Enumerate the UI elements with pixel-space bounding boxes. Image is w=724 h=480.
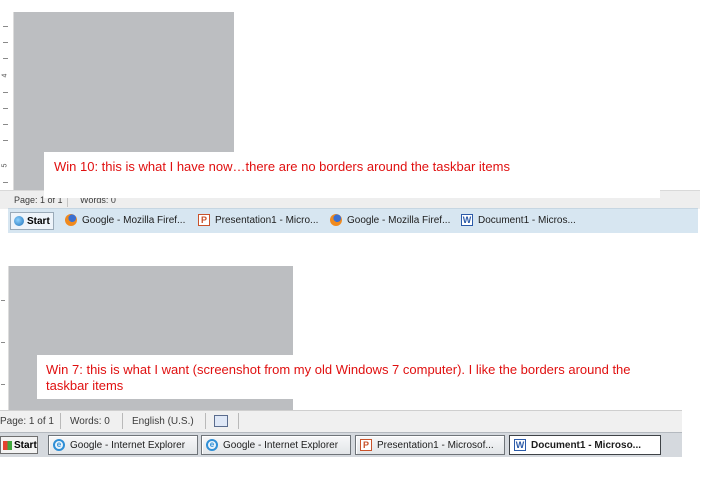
taskbar-item-label: Presentation1 - Micro...: [215, 214, 319, 226]
taskbar-item-powerpoint[interactable]: P Presentation1 - Microsof...: [355, 435, 505, 455]
firefox-icon: [330, 214, 342, 226]
start-button[interactable]: Start: [10, 212, 54, 230]
word-icon: W: [461, 214, 473, 226]
taskbar-item-label: Google - Internet Explorer: [70, 439, 186, 451]
taskbar: Start Google - Mozilla Firef... P Presen…: [8, 208, 698, 233]
page-count[interactable]: Page: 1 of 1: [0, 416, 54, 427]
language-status[interactable]: English (U.S.): [132, 416, 194, 427]
internet-explorer-icon: e: [53, 439, 65, 451]
annotation-win7: Win 7: this is what I want (screenshot f…: [37, 355, 652, 399]
start-label: Start: [27, 215, 50, 227]
taskbar-item-label: Document1 - Microso...: [531, 439, 642, 451]
taskbar-item-firefox[interactable]: Google - Mozilla Firef...: [330, 214, 456, 226]
taskbar-item-word[interactable]: W Document1 - Micros...: [461, 214, 587, 226]
taskbar-item-label: Google - Mozilla Firef...: [347, 214, 451, 226]
taskbar-item-powerpoint[interactable]: P Presentation1 - Micro...: [198, 214, 324, 226]
word-icon: W: [514, 439, 526, 451]
taskbar-item-label: Google - Mozilla Firef...: [82, 214, 186, 226]
taskbar-item-label: Presentation1 - Microsof...: [377, 439, 494, 451]
powerpoint-icon: P: [198, 214, 210, 226]
taskbar-item-label: Document1 - Micros...: [478, 214, 576, 226]
firefox-icon: [65, 214, 77, 226]
taskbar-item-internet-explorer[interactable]: e Google - Internet Explorer: [201, 435, 351, 455]
taskbar: Start e Google - Internet Explorer e Goo…: [0, 432, 682, 457]
powerpoint-icon: P: [360, 439, 372, 451]
vertical-ruler: [0, 266, 9, 412]
taskbar-item-label: Google - Internet Explorer: [223, 439, 339, 451]
windows-logo-icon: [3, 440, 12, 450]
ruler-number: 5: [1, 163, 9, 168]
status-bar: Page: 1 of 1 Words: 0 English (U.S.): [0, 410, 682, 433]
windows-orb-icon: [14, 216, 24, 226]
ruler-number: 4: [1, 73, 9, 78]
internet-explorer-icon: e: [206, 439, 218, 451]
start-button[interactable]: Start: [0, 436, 38, 454]
vertical-ruler: 4 5: [0, 12, 14, 192]
taskbar-item-word[interactable]: W Document1 - Microso...: [509, 435, 661, 455]
start-label: Start: [14, 439, 37, 451]
annotation-win10: Win 10: this is what I have now…there ar…: [44, 152, 660, 198]
taskbar-item-firefox[interactable]: Google - Mozilla Firef...: [65, 214, 191, 226]
taskbar-item-internet-explorer[interactable]: e Google - Internet Explorer: [48, 435, 198, 455]
word-count[interactable]: Words: 0: [70, 416, 110, 427]
